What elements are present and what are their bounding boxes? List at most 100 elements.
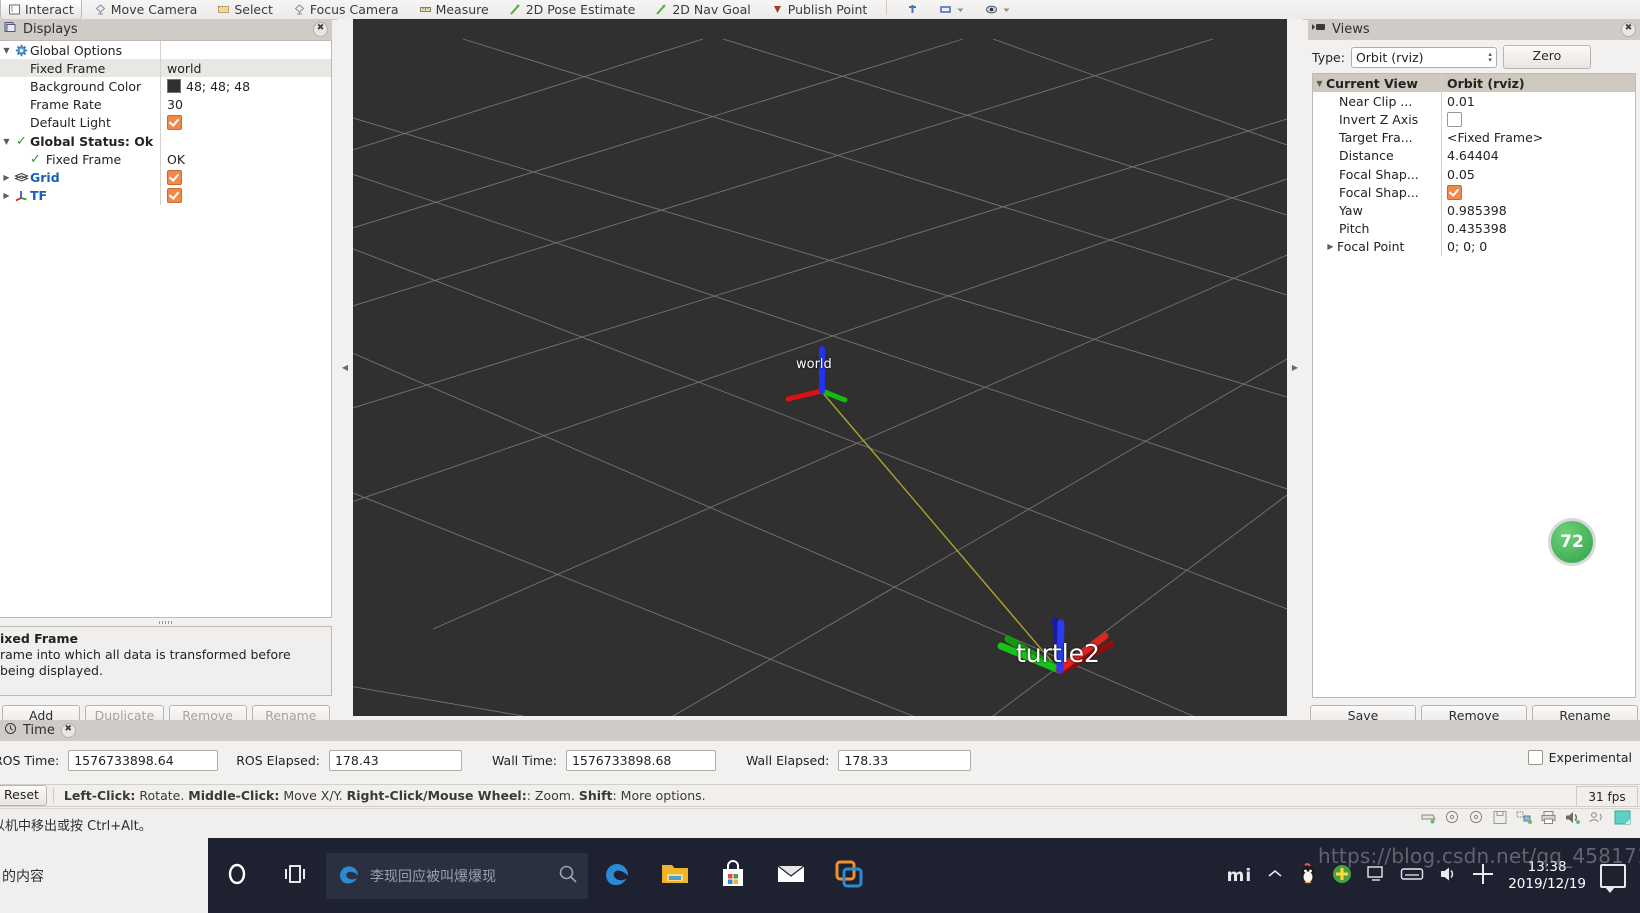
taskbar-vmware-button[interactable] xyxy=(820,838,878,913)
views-row-pitch[interactable]: Pitch 0.435398 xyxy=(1313,219,1635,238)
close-icon[interactable]: ✖ xyxy=(60,723,76,738)
views-row-focal-point[interactable]: ▶ Focal Point 0; 0; 0 xyxy=(1313,237,1635,256)
tree-row-background-color[interactable]: Background Color 48; 48; 48 xyxy=(0,77,331,96)
taskbar-edge-button[interactable] xyxy=(588,838,646,913)
views-tree[interactable]: ▼ Current View Orbit (rviz) Near Clip ..… xyxy=(1312,73,1636,698)
views-row-invert-z-axis[interactable]: Invert Z Axis xyxy=(1313,110,1635,129)
experimental-checkbox[interactable] xyxy=(1527,750,1543,765)
tool-interact[interactable]: Interact xyxy=(0,0,82,19)
green-plus-icon[interactable] xyxy=(1332,864,1352,887)
search-icon[interactable] xyxy=(558,864,578,887)
taskbar-search-box[interactable]: 李现回应被叫爆爆现 xyxy=(326,852,588,899)
tree-label: Fixed Frame xyxy=(45,151,122,167)
crosshair-icon[interactable] xyxy=(1472,863,1494,888)
optical-disk-2-icon[interactable] xyxy=(1468,810,1485,825)
views-value: <Fixed Frame> xyxy=(1447,130,1544,146)
tree-row-default-light[interactable]: Default Light xyxy=(0,113,331,132)
windows-taskbar: 的内容 李现回应被叫爆爆现 mi 13:38 2019/12/19 xyxy=(0,838,1640,913)
tree-row-fixed-frame[interactable]: Fixed Frame world xyxy=(0,59,331,78)
disclosure-right-icon[interactable]: ▶ xyxy=(0,191,13,200)
reset-button[interactable]: Reset xyxy=(0,785,47,806)
taskbar-microsoft-store-button[interactable] xyxy=(704,838,762,913)
focal-shape-checkbox[interactable] xyxy=(1447,184,1462,200)
notes-icon[interactable] xyxy=(1612,810,1634,825)
splitter-grip[interactable] xyxy=(0,619,332,626)
tf-icon xyxy=(13,189,30,202)
task-view-button[interactable] xyxy=(266,838,324,913)
printer-icon[interactable] xyxy=(1540,810,1557,825)
tree-row-global-options[interactable]: ▼ Global Options xyxy=(0,41,331,60)
keyboard-icon[interactable] xyxy=(1400,866,1424,885)
disclosure-down-icon[interactable]: ▼ xyxy=(0,46,13,55)
taskbar-file-explorer-button[interactable] xyxy=(646,838,704,913)
tool-move-camera[interactable]: Move Camera xyxy=(86,0,206,19)
collapse-left-panel-handle[interactable]: ◀ xyxy=(337,19,353,716)
disclosure-right-icon[interactable]: ▶ xyxy=(0,173,13,182)
views-tree-header[interactable]: ▼ Current View Orbit (rviz) xyxy=(1313,74,1635,93)
time-title-label: Time xyxy=(23,723,55,738)
views-row-focal-shape-size[interactable]: Focal Shap... 0.05 xyxy=(1313,164,1635,184)
3d-viewport[interactable]: world turtle2 xyxy=(353,19,1287,716)
ros-time-field[interactable]: 1576733898.64 xyxy=(68,749,219,771)
tree-row-grid[interactable]: ▶ Grid xyxy=(0,168,331,187)
view-type-select[interactable]: Orbit (rviz) ▴ ▾ xyxy=(1350,46,1497,68)
invert-z-axis-checkbox[interactable] xyxy=(1447,111,1462,127)
audio-icon[interactable] xyxy=(1564,810,1581,825)
wall-time-field[interactable]: 1576733898.68 xyxy=(565,749,716,771)
views-row-distance[interactable]: Distance 4.64404 xyxy=(1313,146,1635,165)
disclosure-right-icon[interactable]: ▶ xyxy=(1324,242,1337,251)
tree-row-global-status[interactable]: ▼ ✓ Global Status: Ok xyxy=(0,131,331,151)
shared-folder-icon[interactable] xyxy=(1588,810,1605,825)
disclosure-down-icon[interactable]: ▼ xyxy=(1313,79,1326,88)
tool-focus-camera[interactable]: Focus Camera xyxy=(285,0,407,19)
tool-publish-point[interactable]: Publish Point xyxy=(763,0,876,19)
taskbar-clock[interactable]: 13:38 2019/12/19 xyxy=(1508,859,1586,893)
start-button[interactable] xyxy=(208,838,266,913)
monitor-icon[interactable] xyxy=(1366,865,1386,886)
experimental-toggle[interactable]: Experimental xyxy=(1527,750,1632,765)
wall-elapsed-field[interactable]: 178.33 xyxy=(838,749,972,771)
tf-checkbox[interactable] xyxy=(167,188,182,204)
toolbar-remove-tool-button[interactable] xyxy=(931,0,973,19)
tool-2d-pose-estimate[interactable]: 2D Pose Estimate xyxy=(501,0,644,19)
spinner-icon[interactable]: ▴ ▾ xyxy=(1488,51,1492,64)
zero-button[interactable]: Zero xyxy=(1502,45,1591,69)
close-icon[interactable]: ✖ xyxy=(313,22,328,37)
views-row-focal-shape-fixed-size[interactable]: Focal Shap... xyxy=(1313,183,1635,202)
collapse-right-panel-handle[interactable]: ▶ xyxy=(1287,19,1303,716)
disclosure-down-icon[interactable]: ▼ xyxy=(0,137,13,146)
tree-row-tf[interactable]: ▶ TF xyxy=(0,186,331,205)
ros-elapsed-field[interactable]: 178.43 xyxy=(328,749,462,771)
close-icon[interactable]: ✖ xyxy=(1621,22,1636,37)
fps-badge: 72 xyxy=(1548,518,1596,566)
network-icon[interactable] xyxy=(1516,810,1533,825)
toolbar-add-tool-button[interactable] xyxy=(898,0,927,19)
spill-text: 的内容 xyxy=(2,868,44,885)
clock-date: 2019/12/19 xyxy=(1508,875,1586,892)
notifications-icon[interactable] xyxy=(1600,863,1626,893)
chevron-up-icon[interactable] xyxy=(1266,867,1284,884)
tool-select[interactable]: Select xyxy=(209,0,281,19)
tree-label: Frame Rate xyxy=(30,97,102,113)
qq-penguin-icon[interactable] xyxy=(1298,863,1318,888)
views-row-near-clip[interactable]: Near Clip ... 0.01 xyxy=(1313,92,1635,111)
volume-icon[interactable] xyxy=(1438,865,1458,886)
tree-label: TF xyxy=(30,188,48,204)
tree-row-frame-rate[interactable]: Frame Rate 30 xyxy=(0,95,331,114)
default-light-checkbox[interactable] xyxy=(167,115,182,131)
views-row-yaw[interactable]: Yaw 0.985398 xyxy=(1313,201,1635,220)
tool-2d-nav-goal[interactable]: 2D Nav Goal xyxy=(647,0,758,19)
displays-tree[interactable]: ▼ Global Options Fixed Frame world Backg xyxy=(0,40,332,618)
check-icon: ✓ xyxy=(16,133,27,149)
tree-row-status-fixed-frame[interactable]: ✓ Fixed Frame OK xyxy=(0,150,331,169)
grid-checkbox[interactable] xyxy=(167,169,182,185)
optical-disk-icon[interactable] xyxy=(1444,810,1461,825)
views-row-target-frame[interactable]: Target Fra... <Fixed Frame> xyxy=(1313,128,1635,147)
floppy-icon[interactable] xyxy=(1492,810,1509,825)
tool-measure[interactable]: Measure xyxy=(411,0,497,19)
hard-disk-icon[interactable] xyxy=(1420,810,1437,825)
chevron-down-icon xyxy=(956,3,965,16)
toolbar-view-button[interactable] xyxy=(977,0,1019,19)
views-label: Invert Z Axis xyxy=(1339,111,1419,127)
taskbar-mail-button[interactable] xyxy=(762,838,820,913)
